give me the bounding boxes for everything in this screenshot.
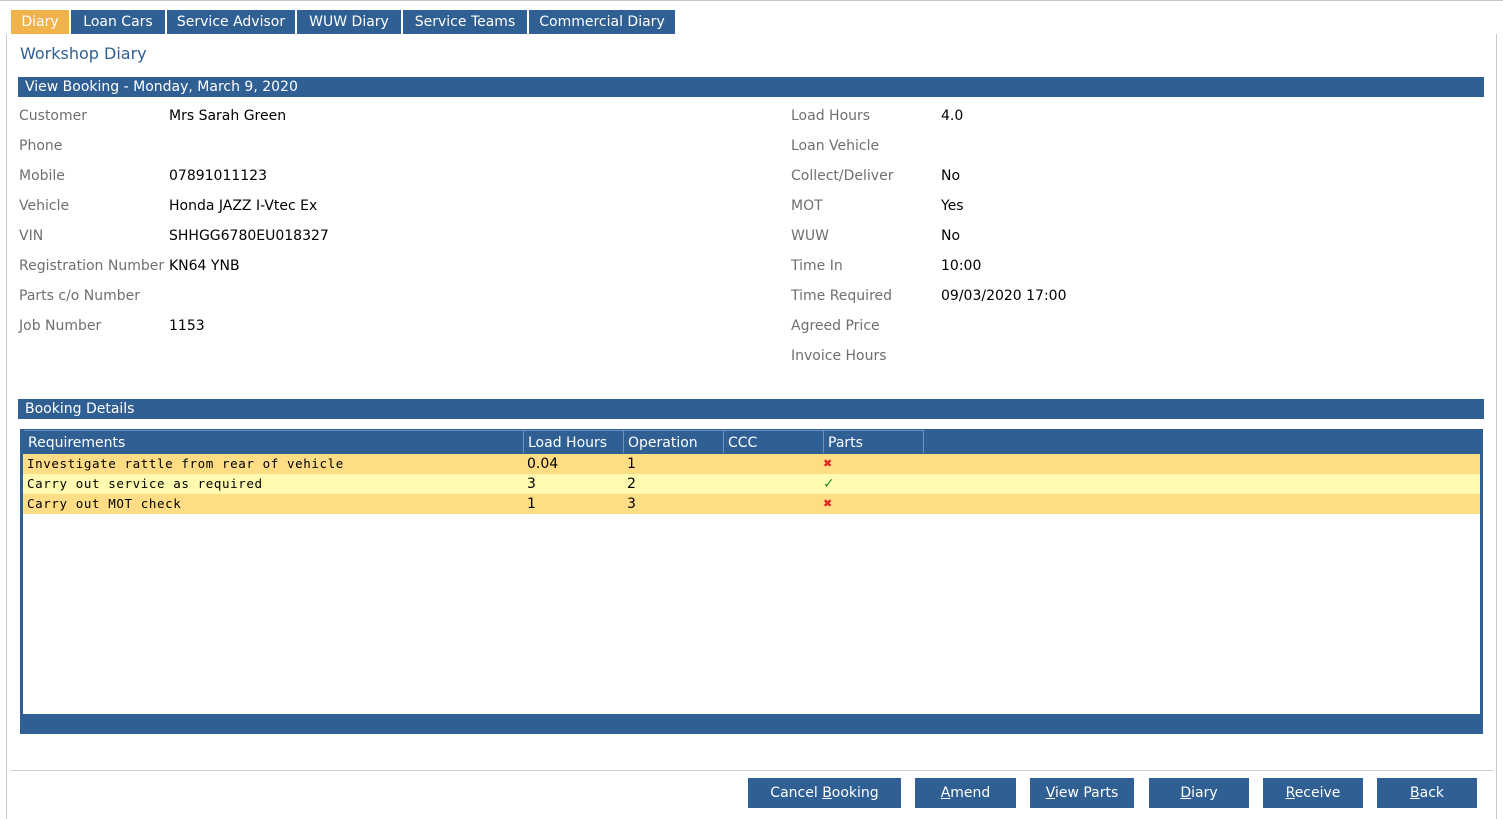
tab-diary[interactable]: Diary [11, 10, 69, 34]
diary-button[interactable]: Diary [1149, 778, 1249, 808]
load-hours-value: 4.0 [941, 108, 964, 124]
parts-cross-icon: ✖ [823, 497, 833, 510]
booking-header: View Booking - Monday, March 9, 2020 [18, 77, 1484, 97]
ccc-cell [723, 454, 823, 474]
registration-value: KN64 YNB [169, 258, 240, 274]
phone-label: Phone [19, 138, 63, 154]
collect-deliver-label: Collect/Deliver [791, 168, 894, 184]
mot-value: Yes [941, 198, 964, 214]
tab-loan-cars[interactable]: Loan Cars [71, 10, 165, 34]
page-title: Workshop Diary [20, 44, 147, 63]
job-number-value: 1153 [169, 318, 205, 334]
footer-divider [11, 770, 1493, 771]
mobile-label: Mobile [19, 168, 65, 184]
tab-bar: Diary Loan Cars Service Advisor WUW Diar… [11, 10, 677, 34]
customer-label: Customer [19, 108, 88, 124]
operation-cell: 1 [627, 456, 636, 472]
registration-label: Registration Number [19, 258, 165, 274]
ccc-cell [723, 494, 823, 514]
vin-label: VIN [19, 228, 44, 244]
column-header-requirements[interactable]: Requirements [24, 430, 524, 453]
back-button[interactable]: Back [1377, 778, 1477, 808]
load-hours-label: Load Hours [791, 108, 871, 124]
column-header-operation[interactable]: Operation [624, 430, 724, 453]
loan-vehicle-label: Loan Vehicle [791, 138, 880, 154]
job-number-label: Job Number [19, 318, 102, 334]
time-required-label: Time Required [791, 288, 893, 304]
operation-cell: 2 [627, 476, 636, 492]
ccc-cell [723, 474, 823, 494]
vin-value: SHHGG6780EU018327 [169, 228, 329, 244]
requirement-cell: Carry out service as required [27, 476, 263, 491]
requirement-cell: Carry out MOT check [27, 496, 182, 511]
time-in-value: 10:00 [941, 258, 982, 274]
table-row[interactable]: Carry out MOT check 1 3 ✖ [23, 494, 1480, 514]
wuw-label: WUW [791, 228, 829, 244]
top-border [0, 0, 1503, 1]
load-hours-cell: 1 [527, 496, 536, 512]
time-required-value: 09/03/2020 17:00 [941, 288, 1067, 304]
load-hours-cell: 0.04 [527, 456, 559, 472]
vehicle-value: Honda JAZZ I-Vtec Ex [169, 198, 318, 214]
load-hours-cell: 3 [527, 476, 536, 492]
cancel-booking-button[interactable]: Cancel Booking [748, 778, 901, 808]
receive-button[interactable]: Receive [1263, 778, 1363, 808]
column-header-parts[interactable]: Parts [824, 430, 924, 453]
vehicle-label: Vehicle [19, 198, 70, 214]
requirements-grid: Requirements Load Hours Operation CCC Pa… [20, 429, 1483, 734]
amend-button[interactable]: Amend [915, 778, 1016, 808]
collect-deliver-value: No [941, 168, 961, 184]
tab-service-teams[interactable]: Service Teams [403, 10, 527, 34]
table-row[interactable]: Carry out service as required 3 2 ✓ [23, 474, 1480, 494]
time-in-label: Time In [791, 258, 843, 274]
operation-cell: 3 [627, 496, 636, 512]
tab-service-advisor[interactable]: Service Advisor [167, 10, 295, 34]
parts-cross-icon: ✖ [823, 457, 833, 470]
table-row[interactable]: Investigate rattle from rear of vehicle … [23, 454, 1480, 474]
column-header-ccc[interactable]: CCC [724, 430, 824, 453]
agreed-price-label: Agreed Price [791, 318, 880, 334]
parts-tick-icon: ✓ [823, 476, 835, 492]
column-header-load-hours[interactable]: Load Hours [524, 430, 624, 453]
view-parts-button[interactable]: View Parts [1030, 778, 1134, 808]
wuw-value: No [941, 228, 961, 244]
tab-commercial-diary[interactable]: Commercial Diary [529, 10, 675, 34]
booking-details-header: Booking Details [18, 399, 1484, 419]
mobile-value: 07891011123 [169, 168, 267, 184]
tab-wuw-diary[interactable]: WUW Diary [297, 10, 401, 34]
invoice-hours-label: Invoice Hours [791, 348, 887, 364]
mot-label: MOT [791, 198, 823, 214]
customer-value: Mrs Sarah Green [169, 108, 287, 124]
requirement-cell: Investigate rattle from rear of vehicle [27, 456, 344, 471]
grid-header: Requirements Load Hours Operation CCC Pa… [24, 430, 924, 453]
parts-co-label: Parts c/o Number [19, 288, 141, 304]
